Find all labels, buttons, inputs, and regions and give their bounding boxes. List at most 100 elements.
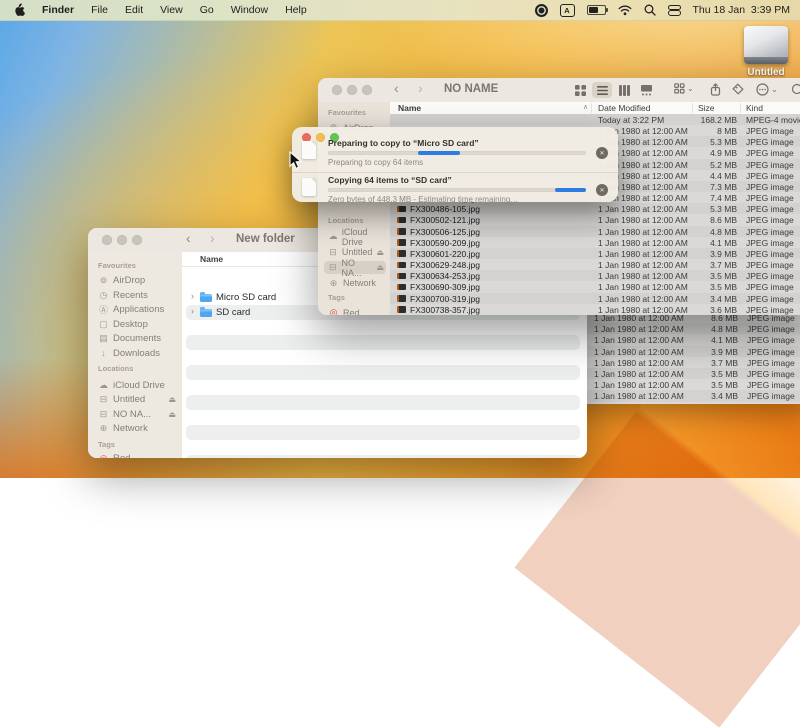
file-kind: JPEG image	[747, 369, 795, 379]
more-actions-button[interactable]: ⌄	[756, 83, 778, 96]
column-header-kind[interactable]: Kind	[746, 103, 763, 113]
file-row[interactable]: FX300629-248.jpg1 Jan 1980 at 12:00 AM3.…	[390, 259, 800, 270]
file-row[interactable]: FX300738-357.jpg1 Jan 1980 at 12:00 AM3.…	[390, 304, 800, 315]
column-divider[interactable]	[740, 103, 741, 113]
column-view-button[interactable]	[614, 82, 634, 98]
file-date: 1 Jan 1980 at 12:00 AM	[594, 369, 684, 379]
menu-bar-clock[interactable]: Thu 18 Jan 3:39 PM	[693, 4, 790, 16]
menu-item-finder[interactable]: Finder	[42, 4, 74, 16]
disclosure-chevron-icon[interactable]: ›	[191, 306, 194, 316]
file-kind: MPEG-4 movie	[746, 115, 800, 125]
menu-item-go[interactable]: Go	[200, 4, 214, 16]
column-divider[interactable]	[692, 103, 693, 113]
eject-icon[interactable]: ⏏	[168, 395, 178, 404]
search-icon[interactable]	[644, 4, 656, 16]
file-row[interactable]: 1 Jan 1980 at 12:00 AM4.1 MBJPEG image	[556, 334, 800, 345]
close-button[interactable]	[332, 85, 342, 95]
sidebar-item-airdrop[interactable]: ⊚AirDrop	[94, 274, 178, 288]
eject-icon[interactable]: ⏏	[376, 263, 386, 272]
group-by-button[interactable]: ⌄	[674, 83, 694, 94]
file-row[interactable]: FX300601-220.jpg1 Jan 1980 at 12:00 AM3.…	[390, 248, 800, 259]
zoom-button[interactable]	[132, 235, 142, 245]
column-divider[interactable]	[591, 103, 592, 113]
back-button[interactable]: ‹	[186, 230, 191, 246]
sidebar-item-untitled[interactable]: ⊟Untitled⏏	[94, 393, 178, 407]
sidebar-section-header: Tags	[98, 440, 115, 449]
file-name: FX300502-121.jpg	[410, 215, 480, 225]
sidebar-item-icloud-drive[interactable]: ☁iCloud Drive	[94, 379, 178, 393]
sidebar-item-recents[interactable]: ◷Recents	[94, 289, 178, 303]
control-center-icon[interactable]	[668, 5, 681, 16]
file-size: 7.4 MB	[650, 193, 737, 203]
no-name-titlebar[interactable]: ‹ › NO NAME ⌄ ⌄	[318, 78, 800, 103]
file-row[interactable]: 1 Jan 1980 at 12:00 AM3.4 MBJPEG image	[556, 390, 800, 401]
apple-logo-icon[interactable]	[13, 3, 25, 17]
search-button[interactable]	[791, 83, 800, 97]
menu-item-help[interactable]: Help	[285, 4, 307, 16]
tag-button[interactable]	[732, 83, 744, 95]
sidebar-item-downloads[interactable]: ↓Downloads	[94, 347, 178, 361]
minimize-button[interactable]	[117, 235, 127, 245]
wifi-icon[interactable]	[618, 5, 632, 16]
column-header-size[interactable]: Size	[698, 103, 715, 113]
share-icon	[710, 83, 721, 96]
icon-view-button[interactable]	[570, 82, 590, 98]
screen-recording-icon[interactable]	[535, 4, 548, 17]
file-row[interactable]: FX300700-319.jpg1 Jan 1980 at 12:00 AM3.…	[390, 293, 800, 304]
file-row[interactable]: 1 Jan 1980 at 12:00 AM3.5 MBJPEG image	[556, 379, 800, 390]
close-button[interactable]	[102, 235, 112, 245]
sidebar-item-label: Recents	[113, 290, 148, 301]
share-button[interactable]	[710, 83, 721, 96]
gallery-view-button[interactable]	[636, 82, 656, 98]
stop-button[interactable]: ✕	[596, 147, 608, 159]
input-source-icon[interactable]: A	[560, 4, 575, 17]
zoom-button[interactable]	[362, 85, 372, 95]
file-kind: JPEG image	[746, 193, 794, 203]
file-date: 1 Jan 1980 at 12:00 AM	[594, 324, 684, 334]
sidebar-item-documents[interactable]: ▤Documents	[94, 332, 178, 346]
file-row[interactable]: FX300502-121.jpg1 Jan 1980 at 12:00 AM8.…	[390, 214, 800, 225]
file-row[interactable]: Today at 3:22 PM168.2 MBMPEG-4 movie	[390, 114, 800, 125]
minimize-button[interactable]	[347, 85, 357, 95]
column-header-name[interactable]: Name	[398, 103, 421, 113]
forward-button[interactable]: ›	[210, 230, 215, 246]
sidebar-item-red[interactable]: ◎Red	[94, 452, 178, 458]
file-kind: JPEG image	[746, 249, 794, 259]
folder-icon	[200, 309, 212, 317]
sidebar-item-icloud-drive[interactable]: ☁iCloud Drive	[324, 230, 386, 243]
column-header-name[interactable]: Name	[200, 254, 223, 264]
back-button[interactable]: ‹	[394, 80, 399, 96]
eject-icon[interactable]: ⏏	[168, 410, 178, 419]
copy-progress-window[interactable]: Preparing to copy to “Micro SD card” ✕ P…	[292, 127, 618, 202]
file-row[interactable]: 1 Jan 1980 at 12:00 AM3.5 MBJPEG image	[556, 368, 800, 379]
column-header-date[interactable]: Date Modified	[598, 103, 650, 113]
stop-button[interactable]: ✕	[596, 184, 608, 196]
menu-item-window[interactable]: Window	[231, 4, 268, 16]
sidebar-item-no-na-[interactable]: ⊟NO NA...⏏	[94, 408, 178, 422]
file-row[interactable]: 1 Jan 1980 at 12:00 AM3.9 MBJPEG image	[556, 346, 800, 357]
file-row[interactable]: FX300506-125.jpg1 Jan 1980 at 12:00 AM4.…	[390, 226, 800, 237]
sidebar-item-applications[interactable]: ⒶApplications	[94, 303, 178, 317]
file-row[interactable]: 1 Jan 1980 at 12:00 AM4.8 MBJPEG image	[556, 323, 800, 334]
sidebar-item-label: Documents	[113, 333, 161, 344]
menu-item-edit[interactable]: Edit	[125, 4, 143, 16]
sidebar-item-network[interactable]: ⊕Network	[324, 277, 386, 290]
tag-icon	[732, 83, 744, 95]
forward-button[interactable]: ›	[418, 80, 423, 96]
list-view-button[interactable]	[592, 82, 612, 98]
desktop-disk-untitled[interactable]: Untitled	[737, 26, 795, 78]
sidebar-item-no-na-[interactable]: ⊟NO NA...⏏	[324, 261, 386, 274]
battery-icon[interactable]	[587, 5, 606, 15]
sidebar-item-desktop[interactable]: ▢Desktop	[94, 318, 178, 332]
menu-item-view[interactable]: View	[160, 4, 183, 16]
file-row[interactable]: 1 Jan 1980 at 12:00 AM3.7 MBJPEG image	[556, 357, 800, 368]
sidebar-item-red[interactable]: ◎Red	[324, 306, 386, 315]
file-row[interactable]: 1 Jan 1980 at 12:00 AM3.6 MBJPEG image	[556, 402, 800, 405]
file-row[interactable]: FX300690-309.jpg1 Jan 1980 at 12:00 AM3.…	[390, 281, 800, 292]
sidebar-item-network[interactable]: ⊕Network	[94, 422, 178, 436]
file-row[interactable]: FX300634-253.jpg1 Jan 1980 at 12:00 AM3.…	[390, 270, 800, 281]
eject-icon[interactable]: ⏏	[376, 248, 386, 257]
menu-item-file[interactable]: File	[91, 4, 108, 16]
file-row[interactable]: FX300590-209.jpg1 Jan 1980 at 12:00 AM4.…	[390, 237, 800, 248]
disclosure-chevron-icon[interactable]: ›	[191, 291, 194, 301]
